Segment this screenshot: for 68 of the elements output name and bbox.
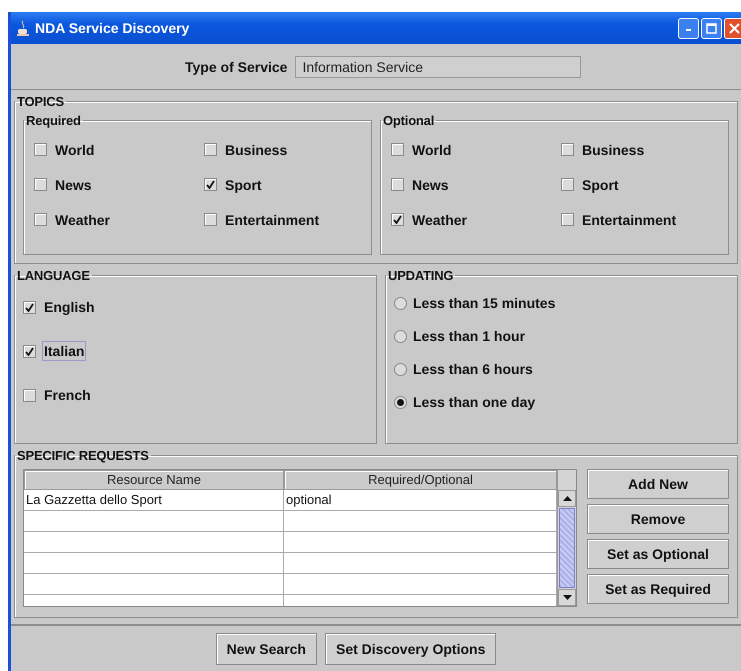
minimize-button[interactable] <box>678 18 699 38</box>
table-cell: optional <box>284 490 557 511</box>
push-button[interactable]: Set as Required <box>587 574 729 604</box>
field-label: Type of Service <box>185 58 288 74</box>
scroll-thumb[interactable] <box>559 508 575 588</box>
checkbox-label: World <box>411 140 452 160</box>
checkbox-label: English <box>43 298 96 317</box>
checkbox[interactable] <box>34 143 47 156</box>
window-title: NDA Service Discovery <box>35 20 190 36</box>
down-arrow-icon <box>562 595 572 600</box>
checkbox-label: Sport <box>224 176 263 194</box>
group-title: TOPICS <box>16 94 65 109</box>
checkbox-label: French <box>43 386 92 405</box>
close-icon <box>729 22 740 34</box>
radio-label: Less than 6 hours <box>413 361 533 377</box>
maximize-button[interactable] <box>701 18 722 38</box>
scroll-up-button[interactable] <box>558 490 576 507</box>
radio-button[interactable] <box>394 296 407 310</box>
radio-button[interactable] <box>394 396 407 408</box>
checkbox[interactable] <box>561 213 574 226</box>
push-button[interactable]: Remove <box>587 504 729 534</box>
checkbox-label: Business <box>581 140 646 160</box>
checkbox[interactable] <box>204 213 217 226</box>
group-title: LANGUAGE <box>16 268 91 283</box>
checkbox-label: News <box>54 176 93 194</box>
column-header[interactable]: Resource Name <box>24 470 284 490</box>
checkbox-label: Sport <box>581 176 620 194</box>
maximize-icon <box>706 22 717 34</box>
table-cell: La Gazzetta dello Sport <box>24 490 284 511</box>
service-type-field[interactable]: Information Service <box>295 56 582 78</box>
push-button[interactable]: New Search <box>216 632 317 664</box>
checkbox[interactable] <box>561 143 574 156</box>
group-title: UPDATING <box>387 268 454 283</box>
checkbox[interactable] <box>23 300 36 314</box>
checkbox[interactable] <box>204 178 217 191</box>
column-header[interactable]: Required/Optional <box>284 470 557 490</box>
close-button[interactable] <box>724 18 741 38</box>
checkbox[interactable] <box>34 178 47 191</box>
checkbox-label: Weather <box>411 210 468 230</box>
checkbox-label: Italian <box>42 341 86 361</box>
checkbox[interactable] <box>34 213 47 226</box>
push-button[interactable]: Set as Optional <box>587 539 729 569</box>
radio-label: Less than 15 minutes <box>413 295 556 311</box>
radio-label: Less than one day <box>413 394 536 410</box>
checkbox[interactable] <box>204 143 217 156</box>
up-arrow-icon <box>562 496 572 501</box>
checkbox-label: Business <box>224 140 288 160</box>
radio-label: Less than 1 hour <box>413 328 526 344</box>
checkbox-label: World <box>54 140 96 160</box>
checkbox[interactable] <box>391 143 404 156</box>
checkbox[interactable] <box>23 344 36 358</box>
checkbox-label: News <box>411 176 450 194</box>
checkbox-label: Entertainment <box>581 210 678 230</box>
checkbox[interactable] <box>391 178 404 191</box>
scroll-down-button[interactable] <box>558 589 576 606</box>
cup-icon <box>17 20 29 36</box>
push-button[interactable]: Add New <box>587 469 729 499</box>
push-button[interactable]: Set Discovery Options <box>324 632 496 664</box>
radio-button[interactable] <box>394 362 407 376</box>
checkbox[interactable] <box>561 178 574 191</box>
checkbox-label: Entertainment <box>224 210 320 230</box>
group-title: SPECIFIC REQUESTS <box>16 448 150 463</box>
checkbox[interactable] <box>391 213 404 226</box>
group-title: Optional <box>382 113 436 128</box>
group-title: Required <box>25 113 82 128</box>
radio-button[interactable] <box>394 330 407 342</box>
checkbox-label: Weather <box>54 210 111 230</box>
checkbox[interactable] <box>23 388 36 402</box>
